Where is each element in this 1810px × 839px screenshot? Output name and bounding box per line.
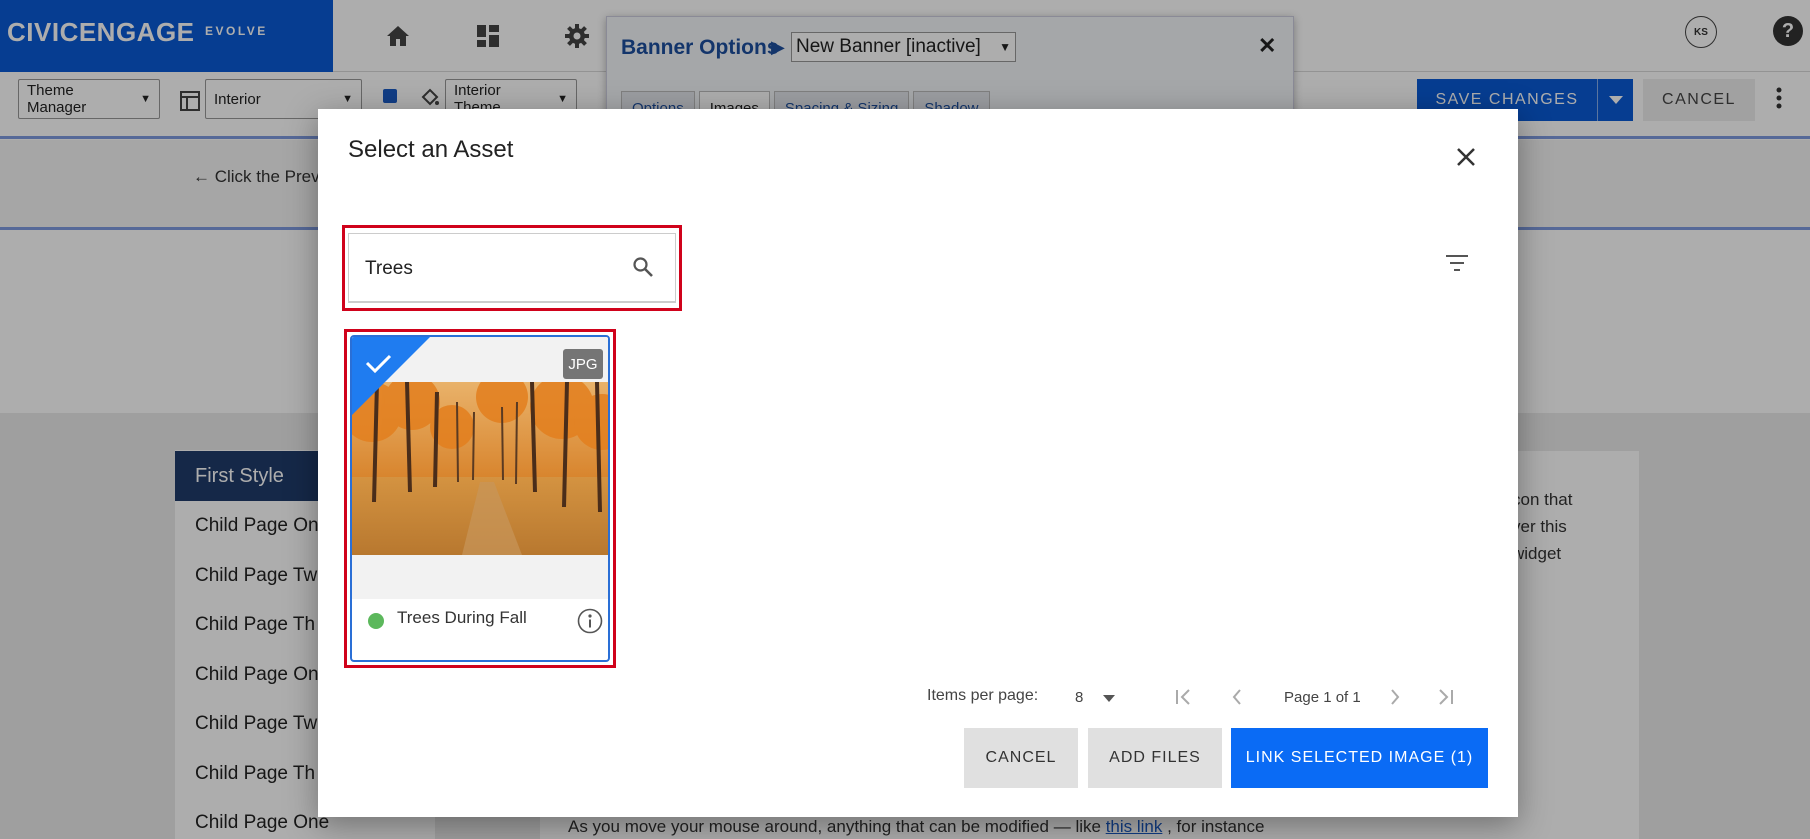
close-icon[interactable] (1454, 145, 1478, 169)
filter-icon[interactable] (1445, 253, 1469, 278)
prev-page-icon[interactable] (1223, 683, 1251, 711)
link-selected-image-button[interactable]: LINK SELECTED IMAGE (1) (1231, 728, 1488, 788)
items-per-page-label: Items per page: (927, 687, 1039, 704)
file-type-badge: JPG (563, 349, 603, 379)
cancel-button[interactable]: CANCEL (964, 728, 1078, 788)
asset-card[interactable]: JPG Trees During Fall (350, 335, 610, 662)
dialog-title: Select an Asset (348, 136, 514, 163)
search-icon[interactable] (632, 256, 654, 283)
select-asset-dialog: Select an Asset Trees JPG Trees During F… (318, 109, 1518, 817)
page-indicator: Page 1 of 1 (1284, 689, 1361, 706)
status-dot (368, 613, 384, 629)
items-per-page-select[interactable]: 8 (1075, 686, 1115, 708)
search-input[interactable]: Trees (348, 233, 676, 303)
next-page-icon[interactable] (1381, 683, 1409, 711)
items-per-page-value: 8 (1075, 688, 1084, 706)
last-page-icon[interactable] (1431, 683, 1459, 711)
info-icon[interactable] (577, 608, 603, 634)
first-page-icon[interactable] (1170, 683, 1198, 711)
asset-name: Trees During Fall (397, 608, 527, 627)
chevron-down-icon (1103, 689, 1115, 706)
search-value: Trees (365, 258, 413, 279)
check-icon[interactable] (352, 337, 430, 415)
add-files-button[interactable]: ADD FILES (1088, 728, 1222, 788)
